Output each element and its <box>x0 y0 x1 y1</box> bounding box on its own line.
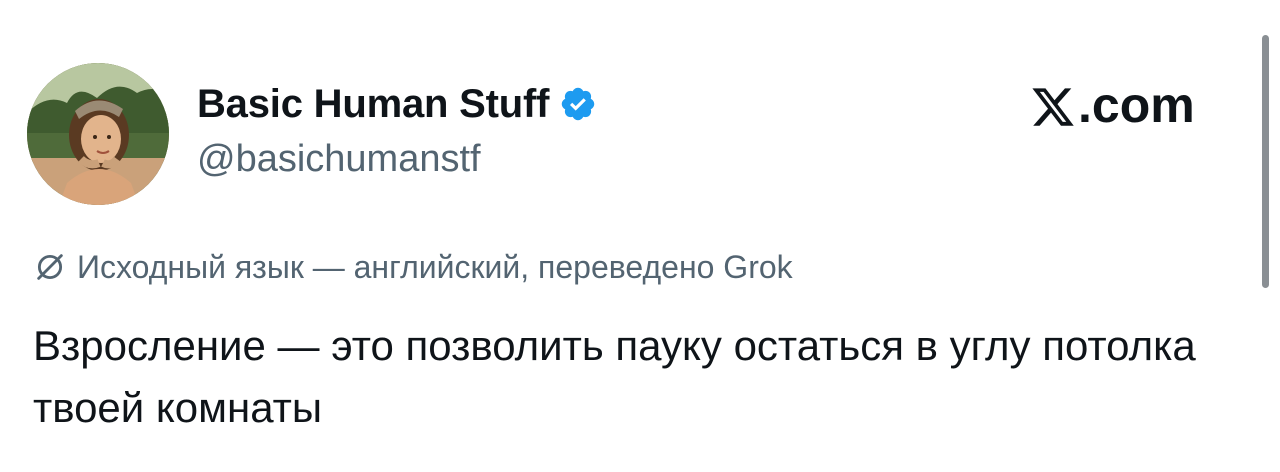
verified-badge-icon <box>559 85 597 123</box>
scrollbar[interactable] <box>1262 35 1269 288</box>
tweet-body-text: Взросление — это позволить пауку остатьс… <box>33 322 1196 431</box>
x-logo-icon <box>1030 84 1076 130</box>
brand-domain-text: .com <box>1078 77 1195 133</box>
tweet-card: Basic Human Stuff @basichumanstf .com Ис… <box>0 0 1280 472</box>
translation-note[interactable]: Исходный язык — английский, переведено G… <box>33 250 793 284</box>
avatar[interactable] <box>27 63 169 205</box>
translation-note-text: Исходный язык — английский, переведено G… <box>77 249 793 285</box>
brand-logo[interactable]: .com <box>1030 80 1195 130</box>
translate-icon <box>33 250 67 284</box>
display-name[interactable]: Basic Human Stuff <box>197 84 549 124</box>
name-row: Basic Human Stuff <box>197 80 597 128</box>
avatar-photo-icon <box>27 63 169 205</box>
user-handle[interactable]: @basichumanstf <box>197 140 481 178</box>
